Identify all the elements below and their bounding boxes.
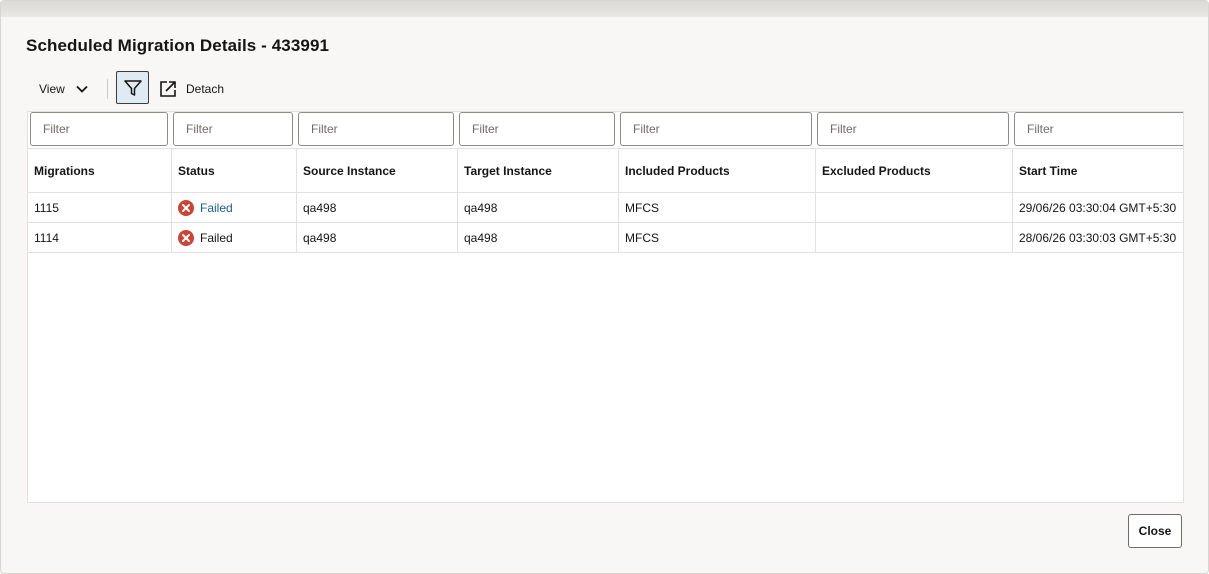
column-header-status[interactable]: Status (171, 149, 296, 193)
detach-icon (160, 81, 176, 97)
filter-row (28, 112, 1183, 148)
view-menu-button[interactable]: View (31, 75, 97, 103)
cell-start-time: 28/06/26 03:30:03 GMT+5:30 (1012, 223, 1183, 252)
view-menu-label: View (39, 82, 65, 96)
cell-target-instance: qa498 (457, 223, 618, 252)
status-text: Failed (200, 230, 233, 245)
filter-input-target-instance[interactable] (459, 112, 615, 146)
cell-migration: 1114 (34, 230, 59, 245)
column-header-start-time[interactable]: Start Time (1012, 149, 1183, 193)
dialog-top-strip (1, 1, 1208, 17)
detach-button[interactable]: Detach (158, 75, 224, 103)
column-header-source-instance[interactable]: Source Instance (296, 149, 457, 193)
filter-input-start-time[interactable] (1014, 112, 1183, 146)
filter-input-status[interactable] (173, 112, 293, 146)
error-circle-icon (178, 229, 194, 246)
cell-migration: 1115 (34, 200, 59, 215)
migrations-table: Migrations Status Source Instance Target… (27, 111, 1184, 503)
toolbar-separator (107, 79, 108, 99)
filter-input-migrations[interactable] (30, 112, 168, 146)
cell-status: Failed (171, 223, 296, 252)
cell-excluded-products (815, 223, 1012, 252)
migration-details-dialog: Scheduled Migration Details - 433991 Vie… (0, 0, 1209, 574)
cell-source-instance: qa498 (296, 193, 457, 222)
filter-input-source-instance[interactable] (298, 112, 454, 146)
column-header-included-products[interactable]: Included Products (618, 149, 815, 193)
close-button[interactable]: Close (1128, 514, 1182, 548)
filter-input-included-products[interactable] (620, 112, 812, 146)
cell-status: Failed (171, 193, 296, 222)
dialog-title: Scheduled Migration Details - 433991 (26, 36, 330, 55)
status-link[interactable]: Failed (200, 201, 233, 215)
column-header-target-instance[interactable]: Target Instance (457, 149, 618, 193)
cell-included-products: MFCS (618, 193, 815, 222)
cell-source-instance: qa498 (296, 223, 457, 252)
filter-input-excluded-products[interactable] (817, 112, 1009, 146)
table-toolbar: View Detach (27, 71, 427, 107)
cell-target-instance: qa498 (457, 193, 618, 222)
table-header-row: Migrations Status Source Instance Target… (28, 148, 1183, 193)
column-header-migrations[interactable]: Migrations (28, 149, 171, 193)
cell-included-products: MFCS (618, 223, 815, 252)
table-row[interactable]: 1115 Failed qa498 qa498 MFCS 29/06/26 03… (28, 193, 1183, 223)
filter-toggle-button[interactable] (116, 71, 149, 104)
table-row[interactable]: 1114 Failed qa498 qa498 MFCS 28/06/26 03… (28, 223, 1183, 253)
chevron-down-icon (76, 85, 88, 93)
cell-start-time: 29/06/26 03:30:04 GMT+5:30 (1012, 193, 1183, 222)
error-circle-icon (178, 199, 194, 216)
column-header-excluded-products[interactable]: Excluded Products (815, 149, 1012, 193)
cell-excluded-products (815, 193, 1012, 222)
funnel-icon (123, 79, 142, 96)
detach-label: Detach (186, 82, 225, 96)
